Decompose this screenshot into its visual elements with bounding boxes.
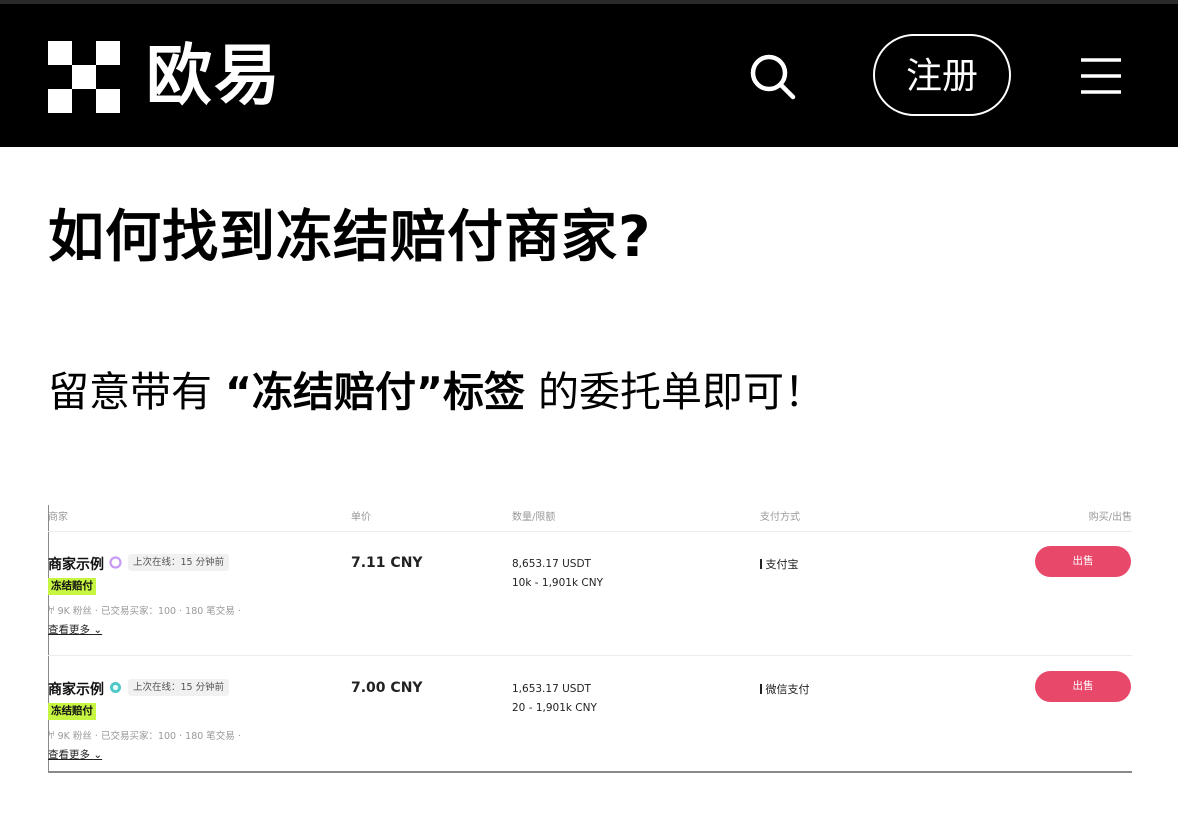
page-title: 如何找到冻结赔付商家? <box>48 205 652 270</box>
sell-button[interactable]: 出售 <box>1035 671 1131 702</box>
okx-logo-icon[interactable] <box>48 41 120 113</box>
view-more-label: 查看更多 <box>48 749 90 761</box>
verified-badge-icon <box>109 556 122 569</box>
column-header-action: 购买/出售 <box>1088 512 1132 523</box>
brand-name[interactable]: 欧易 <box>146 36 282 116</box>
merchant-name[interactable]: 商家示例 <box>48 679 104 699</box>
order-limit: 20 - 1,901k CNY <box>512 702 597 714</box>
subtitle-highlight: “冻结赔付”标签 <box>225 368 525 416</box>
column-header-quantity: 数量/限额 <box>512 512 556 523</box>
chevron-down-icon: ⌄ <box>93 624 103 636</box>
menu-icon[interactable] <box>1080 56 1122 96</box>
last-online-pill: 上次在线：15 分钟前 <box>128 554 230 571</box>
unit-price: 7.00 CNY <box>351 680 423 696</box>
row-divider <box>48 655 1132 656</box>
register-button[interactable]: 注册 <box>873 34 1011 116</box>
order-limit: 10k - 1,901k CNY <box>512 577 603 589</box>
header-divider <box>48 531 1132 532</box>
available-quantity: 1,653.17 USDT <box>512 683 591 695</box>
unit-price: 7.11 CNY <box>351 555 423 571</box>
view-more-link[interactable]: 查看更多 ⌄ <box>48 622 102 637</box>
subtitle: 留意带有 “冻结赔付”标签 的委托单即可！ <box>48 360 825 424</box>
merchant-stats: 𐀀 9K 粉丝 · 已交易买家：100 · 180 笔交易 · <box>48 606 241 617</box>
last-online-pill: 上次在线：15 分钟前 <box>128 679 230 696</box>
merchant-name[interactable]: 商家示例 <box>48 554 104 574</box>
sell-button[interactable]: 出售 <box>1035 546 1131 577</box>
chevron-down-icon: ⌄ <box>93 749 103 761</box>
verified-badge-icon <box>110 682 121 693</box>
column-header-payment: 支付方式 <box>760 512 800 523</box>
top-nav-bar: 欧易 注册 <box>0 0 1178 147</box>
subtitle-after: 的委托单即可！ <box>524 368 825 416</box>
table-row: 商家示例 上次在线：15 分钟前 冻结赔付 𐀀 9K 粉丝 · 已交易买家：10… <box>48 671 1132 799</box>
available-quantity: 8,653.17 USDT <box>512 558 591 570</box>
subtitle-before: 留意带有 <box>48 368 226 416</box>
payment-method: 支付宝 <box>760 556 799 572</box>
payment-method: 微信支付 <box>760 681 810 697</box>
view-more-link[interactable]: 查看更多 ⌄ <box>48 747 102 762</box>
freeze-compensation-tag: 冻结赔付 <box>48 703 96 720</box>
table-header: 商家 单价 数量/限额 支付方式 购买/出售 <box>48 508 1132 528</box>
merchant-stats: 𐀀 9K 粉丝 · 已交易买家：100 · 180 笔交易 · <box>48 731 241 742</box>
top-edge-line <box>0 0 1178 4</box>
table-row: 商家示例 上次在线：15 分钟前 冻结赔付 𐀀 9K 粉丝 · 已交易买家：10… <box>48 546 1132 674</box>
freeze-compensation-tag: 冻结赔付 <box>48 578 96 595</box>
search-icon[interactable] <box>748 52 796 100</box>
column-header-merchant: 商家 <box>48 512 68 523</box>
view-more-label: 查看更多 <box>48 624 90 636</box>
p2p-listing-table: 商家 单价 数量/限额 支付方式 购买/出售 商家示例 上次在线：15 分钟前 … <box>48 505 1132 773</box>
column-header-price: 单价 <box>351 512 371 523</box>
